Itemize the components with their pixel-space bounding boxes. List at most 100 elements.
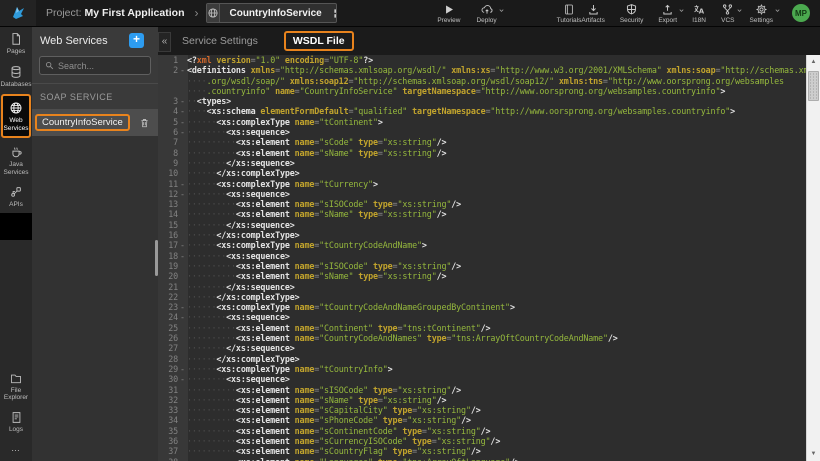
code-text: ········</xs:sequence> bbox=[187, 158, 295, 168]
preview-label: Preview bbox=[437, 17, 460, 24]
code-line: 25··········<xs:element name="Continent"… bbox=[158, 323, 806, 333]
shield-icon bbox=[625, 3, 638, 16]
tutorials-button[interactable]: Tutorials bbox=[557, 3, 582, 24]
code-text: ········<xs:sequence> bbox=[187, 374, 290, 384]
fold-marker-icon[interactable]: - bbox=[178, 106, 187, 116]
settings-button[interactable]: Settings bbox=[750, 3, 774, 24]
trash-icon[interactable] bbox=[139, 117, 150, 129]
fold-marker-icon[interactable]: - bbox=[178, 189, 187, 199]
scroll-up-arrow[interactable]: ▲ bbox=[807, 59, 820, 65]
fold-marker-icon[interactable]: - bbox=[178, 302, 187, 312]
chevron-down-icon[interactable] bbox=[498, 7, 505, 14]
fold-marker-icon[interactable]: - bbox=[178, 179, 187, 189]
add-service-button[interactable]: + bbox=[129, 33, 144, 48]
preview-button[interactable]: Preview bbox=[437, 3, 460, 24]
chevron-down-icon[interactable] bbox=[736, 7, 743, 14]
code-line: 15········</xs:sequence> bbox=[158, 220, 806, 230]
code-line: 22······</xs:complexType> bbox=[158, 292, 806, 302]
line-number: 7 bbox=[158, 137, 178, 147]
code-text: ··········<xs:element name="sName" type=… bbox=[187, 271, 446, 281]
service-list-item[interactable]: CountryInfoService bbox=[32, 109, 158, 136]
line-number: 34 bbox=[158, 415, 178, 425]
fold-marker-icon[interactable]: - bbox=[178, 374, 187, 384]
line-number: 9 bbox=[158, 158, 178, 168]
sidebar-item-logs[interactable]: Logs bbox=[0, 406, 32, 438]
sidebar-item-label: Logs bbox=[9, 426, 23, 434]
search-box[interactable] bbox=[39, 56, 151, 75]
vcs-button[interactable]: VCS bbox=[721, 3, 734, 24]
sidebar-item-file-explorer[interactable]: File Explorer bbox=[0, 367, 32, 406]
i18n-button[interactable]: A I18N bbox=[692, 3, 706, 24]
code-line: 6-········<xs:sequence> bbox=[158, 127, 806, 137]
export-button[interactable]: Export bbox=[658, 3, 677, 24]
grid-icon[interactable] bbox=[331, 8, 338, 19]
scrollbar-thumb[interactable] bbox=[808, 71, 819, 101]
code-line: 27········</xs:sequence> bbox=[158, 343, 806, 353]
security-button[interactable]: Security bbox=[620, 3, 643, 24]
fold-marker-icon[interactable]: - bbox=[178, 65, 187, 75]
collapse-panel-button[interactable]: « bbox=[158, 32, 171, 52]
code-text: ······<xs:complexType name="tCountryInfo… bbox=[187, 364, 393, 374]
topbar-right-actions: Artifacts Security Export A I18N bbox=[581, 3, 810, 24]
chevron-down-icon[interactable] bbox=[774, 7, 781, 14]
document-tab-title: CountryInfoService bbox=[220, 8, 330, 19]
code-text: ··········<xs:element name="sCountryFlag… bbox=[187, 446, 481, 456]
line-number: 11 bbox=[158, 179, 178, 189]
line-number: 19 bbox=[158, 261, 178, 271]
line-number: 12 bbox=[158, 189, 178, 199]
sidebar-more-button[interactable]: … bbox=[0, 437, 32, 461]
user-avatar[interactable]: MP bbox=[792, 4, 810, 22]
code-line: 36··········<xs:element name="sCurrencyI… bbox=[158, 436, 806, 446]
fold-marker-icon[interactable]: - bbox=[178, 251, 187, 261]
fold-marker-icon[interactable]: - bbox=[178, 312, 187, 322]
search-input[interactable] bbox=[58, 61, 138, 71]
code-text: ··········<xs:element name="sISOCode" ty… bbox=[187, 385, 461, 395]
code-line: 28······</xs:complexType> bbox=[158, 354, 806, 364]
left-sidebar: Pages Databases Web Services Java Serv bbox=[0, 27, 32, 461]
fold-marker-icon[interactable]: - bbox=[178, 96, 187, 106]
code-rows[interactable]: 1<?xml version="1.0" encoding="UTF-8"?>2… bbox=[158, 55, 806, 461]
line-number: 29 bbox=[158, 364, 178, 374]
tab-service-settings[interactable]: Service Settings bbox=[182, 35, 258, 47]
code-line: 8··········<xs:element name="sName" type… bbox=[158, 148, 806, 158]
scroll-down-arrow[interactable]: ▼ bbox=[807, 451, 820, 457]
sidebar-item-java-services[interactable]: Java Services bbox=[0, 140, 32, 180]
project-name[interactable]: My First Application bbox=[85, 7, 185, 19]
fold-marker-icon[interactable]: - bbox=[178, 127, 187, 137]
code-line: 9 ········</xs:sequence> bbox=[158, 158, 806, 168]
main-area: Pages Databases Web Services Java Serv bbox=[0, 27, 820, 461]
code-line: 17-······<xs:complexType name="tCountryC… bbox=[158, 240, 806, 250]
code-text: ········<xs:sequence> bbox=[187, 251, 290, 261]
fold-marker-icon[interactable]: - bbox=[178, 117, 187, 127]
svg-text:A: A bbox=[699, 7, 705, 15]
folder-icon bbox=[9, 372, 23, 385]
document-tab[interactable]: CountryInfoService bbox=[206, 3, 337, 23]
code-line: 10······</xs:complexType> bbox=[158, 168, 806, 178]
tutorials-label: Tutorials bbox=[557, 17, 582, 24]
sidebar-item-web-services[interactable]: Web Services bbox=[1, 94, 31, 138]
service-item-label[interactable]: CountryInfoService bbox=[35, 114, 130, 131]
code-text: ··········<xs:element name="sPhoneCode" … bbox=[187, 415, 471, 425]
tab-wsdl-file[interactable]: WSDL File bbox=[284, 31, 354, 51]
line-number: 21 bbox=[158, 282, 178, 292]
fold-marker-icon[interactable]: - bbox=[178, 364, 187, 374]
sidebar-item-pages[interactable]: Pages bbox=[0, 27, 32, 60]
line-number: 18 bbox=[158, 251, 178, 261]
code-text: ··········<xs:element name="sName" type=… bbox=[187, 148, 446, 158]
line-number: 28 bbox=[158, 354, 178, 364]
app-logo[interactable] bbox=[0, 0, 36, 26]
sidebar-item-databases[interactable]: Databases bbox=[0, 60, 32, 93]
line-number: 17 bbox=[158, 240, 178, 250]
deploy-button[interactable]: Deploy bbox=[476, 3, 496, 24]
line-number: 36 bbox=[158, 436, 178, 446]
line-number: 4 bbox=[158, 106, 178, 116]
fold-marker-icon[interactable]: - bbox=[178, 240, 187, 250]
download-tray-icon bbox=[587, 3, 600, 16]
sidebar-item-apis[interactable]: APIs bbox=[0, 180, 32, 213]
artifacts-button[interactable]: Artifacts bbox=[581, 3, 604, 24]
editor-scrollbar[interactable]: ▲ ▼ bbox=[806, 55, 820, 461]
line-number: 30 bbox=[158, 374, 178, 384]
search-icon bbox=[45, 61, 54, 70]
line-number: 20 bbox=[158, 271, 178, 281]
chevron-down-icon[interactable] bbox=[678, 7, 685, 14]
